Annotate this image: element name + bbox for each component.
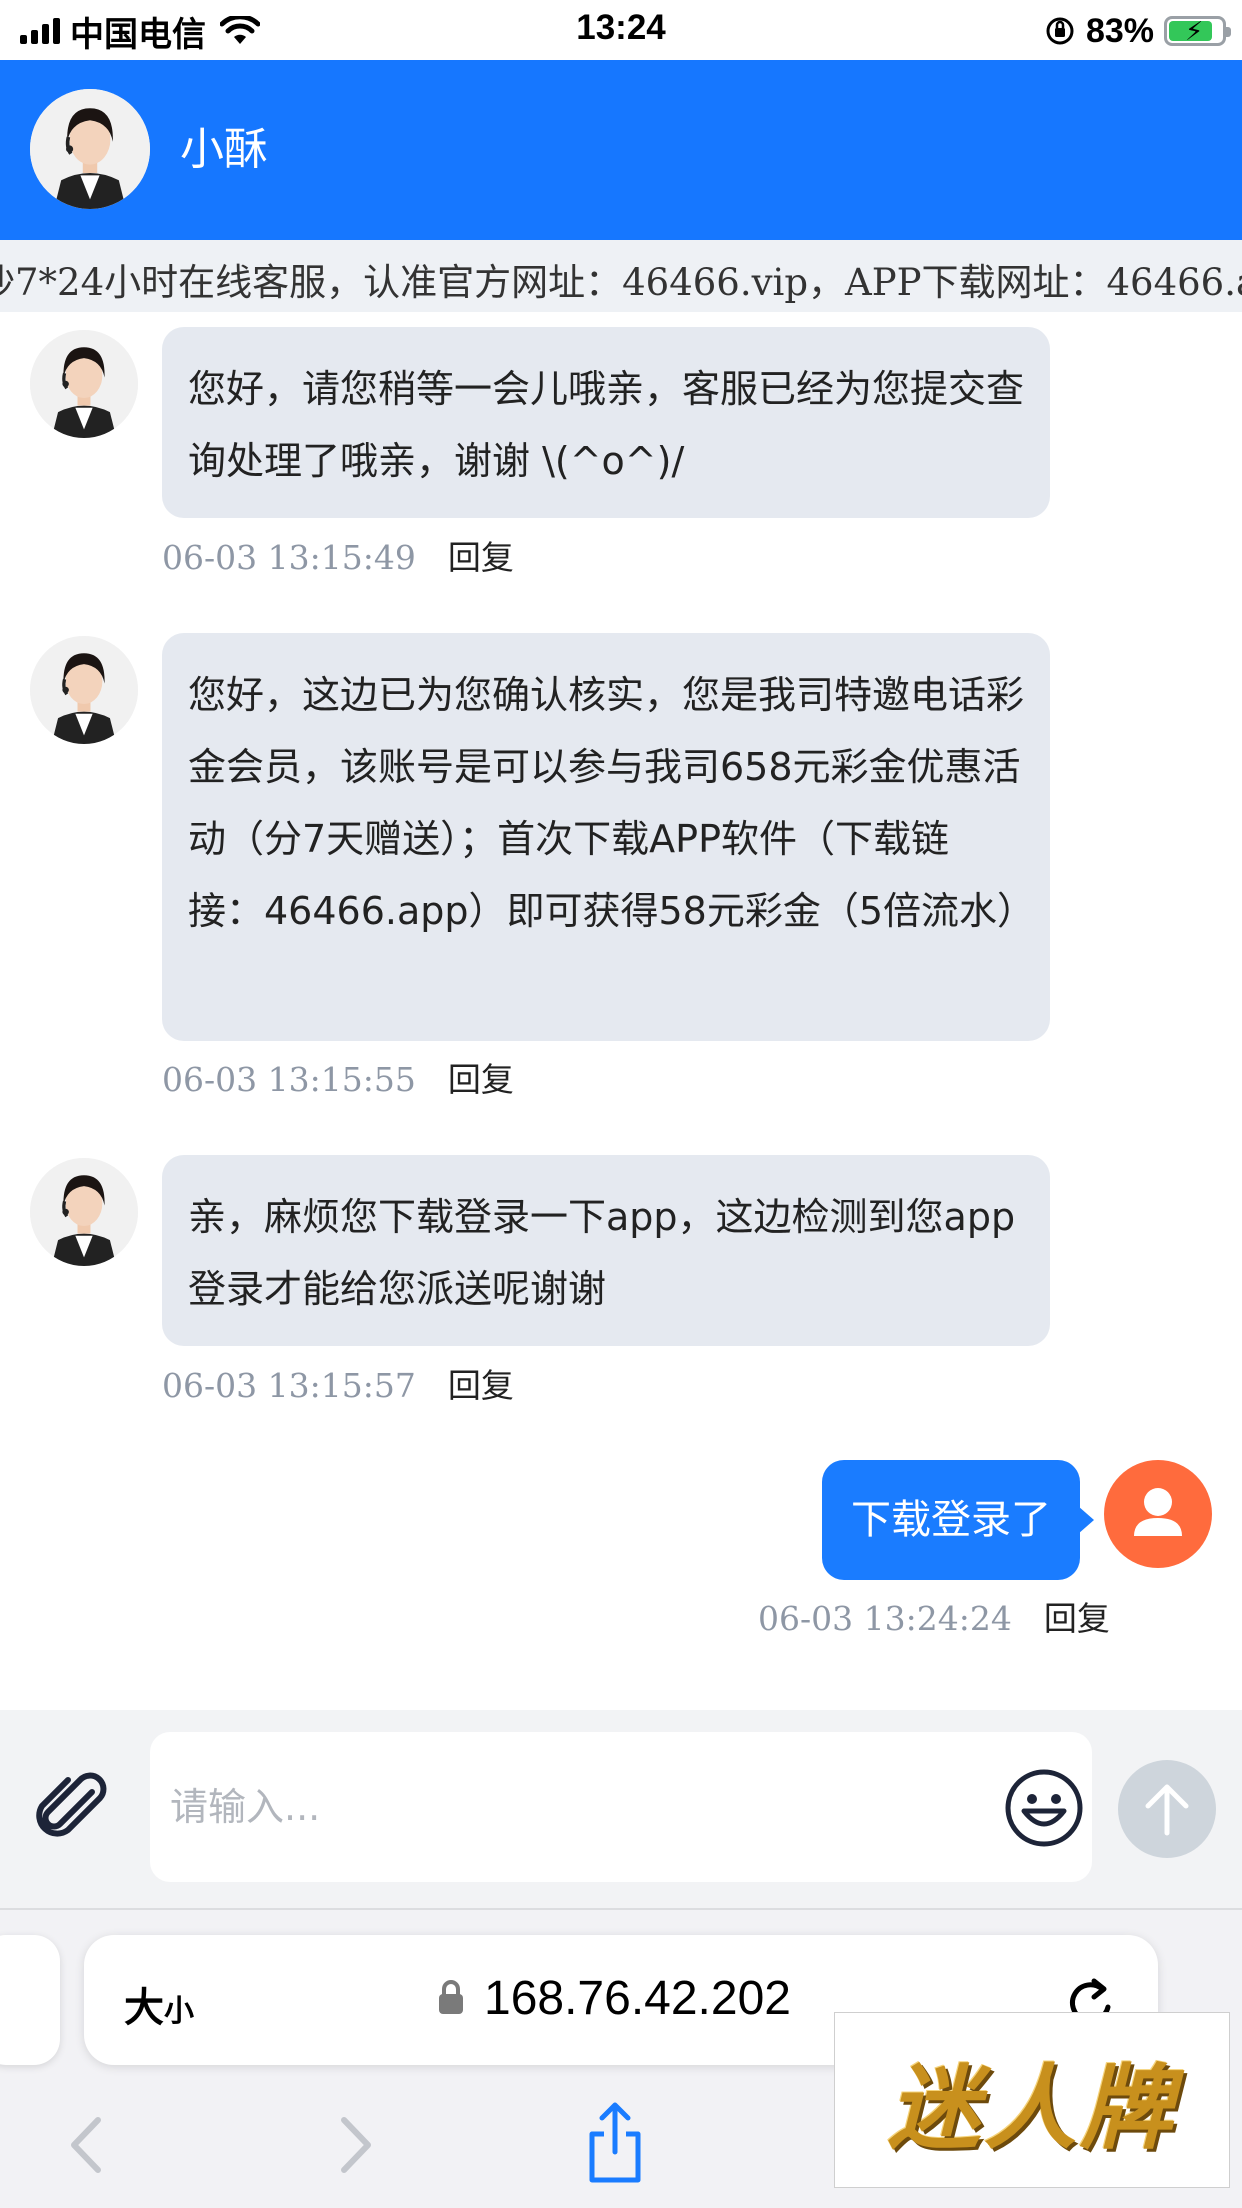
- send-button[interactable]: [1118, 1760, 1216, 1858]
- watermark-logo: 迷人牌: [834, 2012, 1230, 2188]
- agent-message-bubble: 亲，麻烦您下载登录一下app，这边检测到您app登录才能给您派送呢谢谢: [162, 1155, 1050, 1346]
- user-message-bubble: 下载登录了: [822, 1460, 1094, 1580]
- orientation-lock-icon: [1046, 17, 1074, 45]
- agent-name: 小酥: [180, 124, 268, 175]
- message-time: 06-03 13:15:49: [162, 538, 416, 577]
- message-meta: 06-03 13:15:55 回复: [162, 1055, 514, 1105]
- watermark-text: 迷人牌: [887, 2053, 1176, 2162]
- agent-message-bubble: 您好，这边已为您确认核实，您是我司特邀电话彩金会员，该账号是可以参与我司658元…: [162, 633, 1050, 1041]
- agent-avatar: [30, 89, 150, 209]
- message-time: 06-03 13:15:57: [162, 1366, 416, 1405]
- reply-link[interactable]: 回复: [1044, 1594, 1110, 1644]
- battery-icon: ⚡: [1164, 16, 1231, 47]
- notice-text: 沙7*24小时在线客服，认准官方网址：46466.vip，APP下载网址：464…: [0, 261, 1242, 304]
- smiley-icon[interactable]: [1003, 1767, 1085, 1849]
- reply-link[interactable]: 回复: [448, 533, 514, 583]
- agent-avatar: [30, 636, 138, 744]
- message-time: 06-03 13:24:24: [758, 1599, 1012, 1638]
- message-text: 亲，麻烦您下载登录一下app，这边检测到您app登录才能给您派送呢谢谢: [188, 1195, 1016, 1311]
- message-text: 您好，这边已为您确认核实，您是我司特邀电话彩金会员，该账号是可以参与我司658元…: [188, 673, 1036, 933]
- message-meta: 06-03 13:15:57 回复: [162, 1361, 514, 1411]
- previous-tab[interactable]: [0, 1935, 60, 2065]
- agent-avatar: [30, 330, 138, 438]
- lock-icon: [439, 1980, 463, 2014]
- message-meta: 06-03 13:24:24 回复: [758, 1594, 1110, 1644]
- message-input[interactable]: [150, 1732, 1092, 1882]
- reply-link[interactable]: 回复: [448, 1055, 514, 1105]
- message-input-bar: [0, 1710, 1242, 1910]
- text-size-button[interactable]: 大小: [124, 1975, 194, 2033]
- chat-header: 小酥: [0, 60, 1242, 240]
- share-icon[interactable]: [584, 2100, 646, 2184]
- url-text: 168.76.42.202: [484, 1972, 791, 2025]
- text-size-label-small: 小: [164, 1994, 194, 2029]
- chevron-right-icon[interactable]: [330, 2110, 380, 2180]
- arrow-up-icon: [1145, 1784, 1189, 1836]
- message-text: 下载登录了: [851, 1497, 1051, 1543]
- paperclip-icon[interactable]: [34, 1770, 114, 1850]
- agent-message-bubble: 您好，请您稍等一会儿哦亲，客服已经为您提交查询处理了哦亲，谢谢 \(^o^)/: [162, 327, 1050, 518]
- reply-link[interactable]: 回复: [448, 1361, 514, 1411]
- message-time: 06-03 13:15:55: [162, 1060, 416, 1099]
- battery-percentage: 83%: [1085, 11, 1154, 50]
- status-right: 83% ⚡: [1044, 10, 1231, 52]
- chevron-left-icon[interactable]: [62, 2110, 112, 2180]
- user-avatar-icon: [1104, 1460, 1212, 1568]
- agent-avatar: [30, 1158, 138, 1266]
- message-meta: 06-03 13:15:49 回复: [162, 533, 514, 583]
- notice-marquee: 沙7*24小时在线客服，认准官方网址：46466.vip，APP下载网址：464…: [0, 240, 1242, 312]
- status-bar: 中国电信 13:24 83% ⚡: [0, 0, 1242, 60]
- message-text: 您好，请您稍等一会儿哦亲，客服已经为您提交查询处理了哦亲，谢谢 \(^o^)/: [188, 367, 1025, 483]
- text-size-label: 大: [124, 1985, 164, 2031]
